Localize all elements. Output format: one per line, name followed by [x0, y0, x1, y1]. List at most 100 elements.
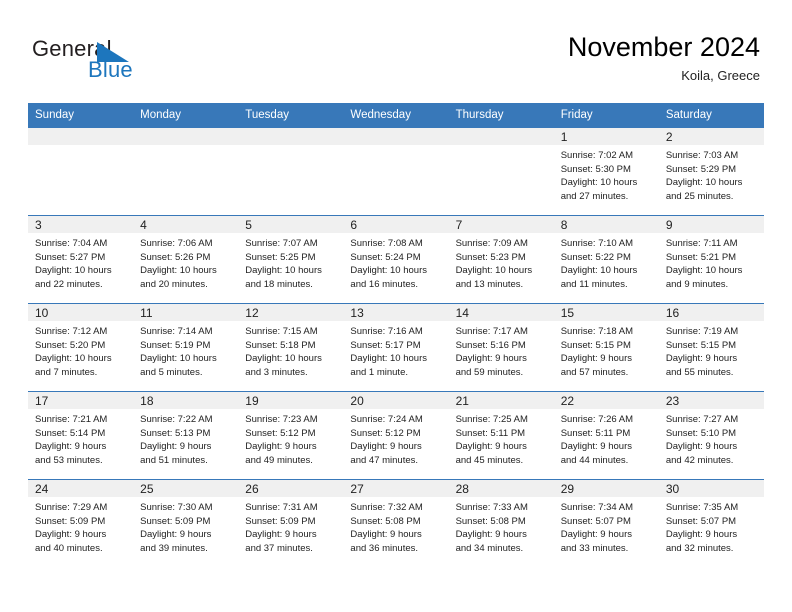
- sunset-text: Sunset: 5:13 PM: [140, 427, 211, 439]
- calendar-day-cell[interactable]: 9 Sunrise: 7:11 AM Sunset: 5:21 PM Daylight…: [658, 215, 764, 304]
- sunrise-text: Sunrise: 7:16 AM: [350, 326, 423, 337]
- calendar-day-cell[interactable]: 27 Sunrise: 7:32 AM Sunset: 5:08 PM Dayligh…: [343, 479, 449, 567]
- calendar-day: 1 Sunrise: 7:02 AM Sunset: 5:30 PM Daylight…: [553, 128, 659, 215]
- sunset-text: Sunset: 5:17 PM: [350, 339, 421, 351]
- calendar-day: 30 Sunrise: 7:35 AM Sunset: 5:07 PM Dayligh…: [658, 480, 764, 567]
- sunset-text: Sunset: 5:29 PM: [665, 163, 737, 175]
- sunset-text: Sunset: 5:26 PM: [140, 251, 211, 263]
- day-number: 13: [343, 304, 449, 321]
- sunset-text: Sunset: 5:08 PM: [350, 515, 421, 527]
- day-details: Sunrise: 7:33 AM Sunset: 5:08 PM Daylight:…: [449, 497, 554, 555]
- calendar-day-cell[interactable]: 21 Sunrise: 7:25 AM Sunset: 5:11 PM Dayligh…: [448, 391, 554, 480]
- daylight-text-line2: and 34 minutes.: [455, 542, 524, 554]
- calendar-day-cell[interactable]: 14 Sunrise: 7:17 AM Sunset: 5:16 PM Dayligh…: [448, 303, 554, 392]
- calendar-day-cell[interactable]: 6 Sunrise: 7:08 AM Sunset: 5:24 PM Daylight…: [343, 215, 449, 304]
- calendar-day-cell[interactable]: 28 Sunrise: 7:33 AM Sunset: 5:08 PM Dayligh…: [448, 479, 554, 567]
- calendar-day-cell[interactable]: 17 Sunrise: 7:21 AM Sunset: 5:14 PM Dayligh…: [28, 391, 134, 480]
- day-details: Sunrise: 7:14 AM Sunset: 5:19 PM Daylight:…: [133, 321, 238, 379]
- day-number: 26: [238, 480, 344, 497]
- weekday-header-wednesday: Wednesday: [343, 103, 449, 128]
- sunset-text: Sunset: 5:07 PM: [560, 515, 631, 527]
- weekday-header-monday: Monday: [133, 103, 239, 128]
- day-details: Sunrise: 7:10 AM Sunset: 5:22 PM Daylight:…: [554, 233, 659, 291]
- calendar-day-cell[interactable]: 10 Sunrise: 7:12 AM Sunset: 5:20 PM Dayligh…: [28, 303, 134, 392]
- daylight-text-line1: Daylight: 10 hours: [560, 177, 638, 189]
- calendar-day-cell[interactable]: 29 Sunrise: 7:34 AM Sunset: 5:07 PM Dayligh…: [553, 479, 659, 567]
- daylight-text-line2: and 32 minutes.: [665, 542, 734, 554]
- day-details: Sunrise: 7:29 AM Sunset: 5:09 PM Daylight:…: [28, 497, 133, 555]
- calendar-day-cell[interactable]: [343, 127, 449, 216]
- title-block: November 2024 Koila, Greece: [568, 30, 760, 85]
- calendar-day-empty: [28, 128, 134, 215]
- calendar-day-cell[interactable]: 22 Sunrise: 7:26 AM Sunset: 5:11 PM Dayligh…: [553, 391, 659, 480]
- calendar-day-cell[interactable]: 11 Sunrise: 7:14 AM Sunset: 5:19 PM Dayligh…: [133, 303, 239, 392]
- daylight-text-line2: and 22 minutes.: [35, 278, 103, 290]
- calendar-day-cell[interactable]: 16 Sunrise: 7:19 AM Sunset: 5:15 PM Dayligh…: [658, 303, 764, 392]
- calendar-day-cell[interactable]: 30 Sunrise: 7:35 AM Sunset: 5:07 PM Dayligh…: [658, 479, 764, 567]
- sunrise-text: Sunrise: 7:02 AM: [560, 150, 634, 161]
- day-number: [238, 128, 344, 145]
- calendar-day-cell[interactable]: 25 Sunrise: 7:30 AM Sunset: 5:09 PM Dayligh…: [133, 479, 239, 567]
- daylight-text-line1: Daylight: 9 hours: [350, 529, 422, 541]
- calendar-day-cell[interactable]: 26 Sunrise: 7:31 AM Sunset: 5:09 PM Dayligh…: [238, 479, 344, 567]
- calendar-day: 20 Sunrise: 7:24 AM Sunset: 5:12 PM Dayligh…: [343, 392, 449, 479]
- calendar-day-cell[interactable]: 18 Sunrise: 7:22 AM Sunset: 5:13 PM Dayligh…: [133, 391, 239, 480]
- calendar-day: 3 Sunrise: 7:04 AM Sunset: 5:27 PM Daylight…: [28, 216, 134, 303]
- calendar-day-cell[interactable]: 13 Sunrise: 7:16 AM Sunset: 5:17 PM Dayligh…: [343, 303, 449, 392]
- daylight-text-line2: and 3 minutes.: [245, 366, 308, 378]
- day-details: Sunrise: 7:30 AM Sunset: 5:09 PM Daylight:…: [133, 497, 238, 555]
- sunset-text: Sunset: 5:11 PM: [560, 427, 631, 439]
- day-number: 24: [28, 480, 134, 497]
- daylight-text-line2: and 40 minutes.: [35, 542, 103, 554]
- calendar-day: 11 Sunrise: 7:14 AM Sunset: 5:19 PM Dayligh…: [133, 304, 239, 391]
- sunrise-text: Sunrise: 7:12 AM: [35, 326, 108, 337]
- day-number: 7: [448, 216, 554, 233]
- calendar-day: 9 Sunrise: 7:11 AM Sunset: 5:21 PM Daylight…: [658, 216, 764, 303]
- sunrise-text: Sunrise: 7:14 AM: [140, 326, 213, 337]
- day-details: Sunrise: 7:24 AM Sunset: 5:12 PM Daylight:…: [343, 409, 448, 467]
- calendar-day-cell[interactable]: [133, 127, 239, 216]
- daylight-text-line2: and 49 minutes.: [245, 454, 313, 466]
- daylight-text-line2: and 45 minutes.: [455, 454, 524, 466]
- day-details: Sunrise: 7:31 AM Sunset: 5:09 PM Daylight:…: [238, 497, 343, 555]
- day-number: 30: [658, 480, 764, 497]
- sunrise-text: Sunrise: 7:32 AM: [350, 502, 423, 513]
- calendar-day-cell[interactable]: 7 Sunrise: 7:09 AM Sunset: 5:23 PM Daylight…: [448, 215, 554, 304]
- calendar-day-empty: [133, 128, 239, 215]
- calendar-day-cell[interactable]: 23 Sunrise: 7:27 AM Sunset: 5:10 PM Dayligh…: [658, 391, 764, 480]
- calendar-day-cell[interactable]: 5 Sunrise: 7:07 AM Sunset: 5:25 PM Daylight…: [238, 215, 344, 304]
- calendar-day-cell[interactable]: 1 Sunrise: 7:02 AM Sunset: 5:30 PM Daylight…: [553, 127, 659, 216]
- day-details: Sunrise: 7:11 AM Sunset: 5:21 PM Daylight:…: [659, 233, 764, 291]
- calendar-day-cell[interactable]: 19 Sunrise: 7:23 AM Sunset: 5:12 PM Dayligh…: [238, 391, 344, 480]
- calendar-day-cell[interactable]: 20 Sunrise: 7:24 AM Sunset: 5:12 PM Dayligh…: [343, 391, 449, 480]
- calendar-day-cell[interactable]: 24 Sunrise: 7:29 AM Sunset: 5:09 PM Dayligh…: [28, 479, 134, 567]
- sunset-text: Sunset: 5:25 PM: [245, 251, 316, 263]
- weekday-header-thursday: Thursday: [448, 103, 554, 128]
- weekday-header-friday: Friday: [553, 103, 659, 128]
- day-number: [28, 128, 134, 145]
- daylight-text-line1: Daylight: 9 hours: [455, 353, 527, 365]
- daylight-text-line1: Daylight: 10 hours: [560, 265, 638, 277]
- calendar-day: 19 Sunrise: 7:23 AM Sunset: 5:12 PM Dayligh…: [238, 392, 344, 479]
- sunrise-text: Sunrise: 7:24 AM: [350, 414, 423, 425]
- day-details: Sunrise: 7:35 AM Sunset: 5:07 PM Daylight:…: [659, 497, 764, 555]
- daylight-text-line1: Daylight: 9 hours: [245, 441, 317, 453]
- general-blue-logo[interactable]: General Blue: [32, 36, 172, 86]
- calendar-day-cell[interactable]: 8 Sunrise: 7:10 AM Sunset: 5:22 PM Daylight…: [553, 215, 659, 304]
- day-number: 28: [448, 480, 554, 497]
- day-number: 29: [553, 480, 659, 497]
- calendar-day-cell[interactable]: [448, 127, 554, 216]
- sunset-text: Sunset: 5:15 PM: [665, 339, 737, 351]
- daylight-text-line2: and 1 minute.: [350, 366, 408, 378]
- weekday-header-sunday: Sunday: [28, 103, 134, 128]
- daylight-text-line1: Daylight: 9 hours: [665, 529, 738, 541]
- daylight-text-line2: and 51 minutes.: [140, 454, 208, 466]
- calendar-day-cell[interactable]: 4 Sunrise: 7:06 AM Sunset: 5:26 PM Daylight…: [133, 215, 239, 304]
- calendar-day-cell[interactable]: [238, 127, 344, 216]
- calendar-day-cell[interactable]: [28, 127, 134, 216]
- calendar-day-cell[interactable]: 12 Sunrise: 7:15 AM Sunset: 5:18 PM Dayligh…: [238, 303, 344, 392]
- calendar-day-cell[interactable]: 2 Sunrise: 7:03 AM Sunset: 5:29 PM Daylight…: [658, 127, 764, 216]
- calendar-day-cell[interactable]: 15 Sunrise: 7:18 AM Sunset: 5:15 PM Dayligh…: [553, 303, 659, 392]
- sunset-text: Sunset: 5:20 PM: [35, 339, 106, 351]
- calendar-day-cell[interactable]: 3 Sunrise: 7:04 AM Sunset: 5:27 PM Daylight…: [28, 215, 134, 304]
